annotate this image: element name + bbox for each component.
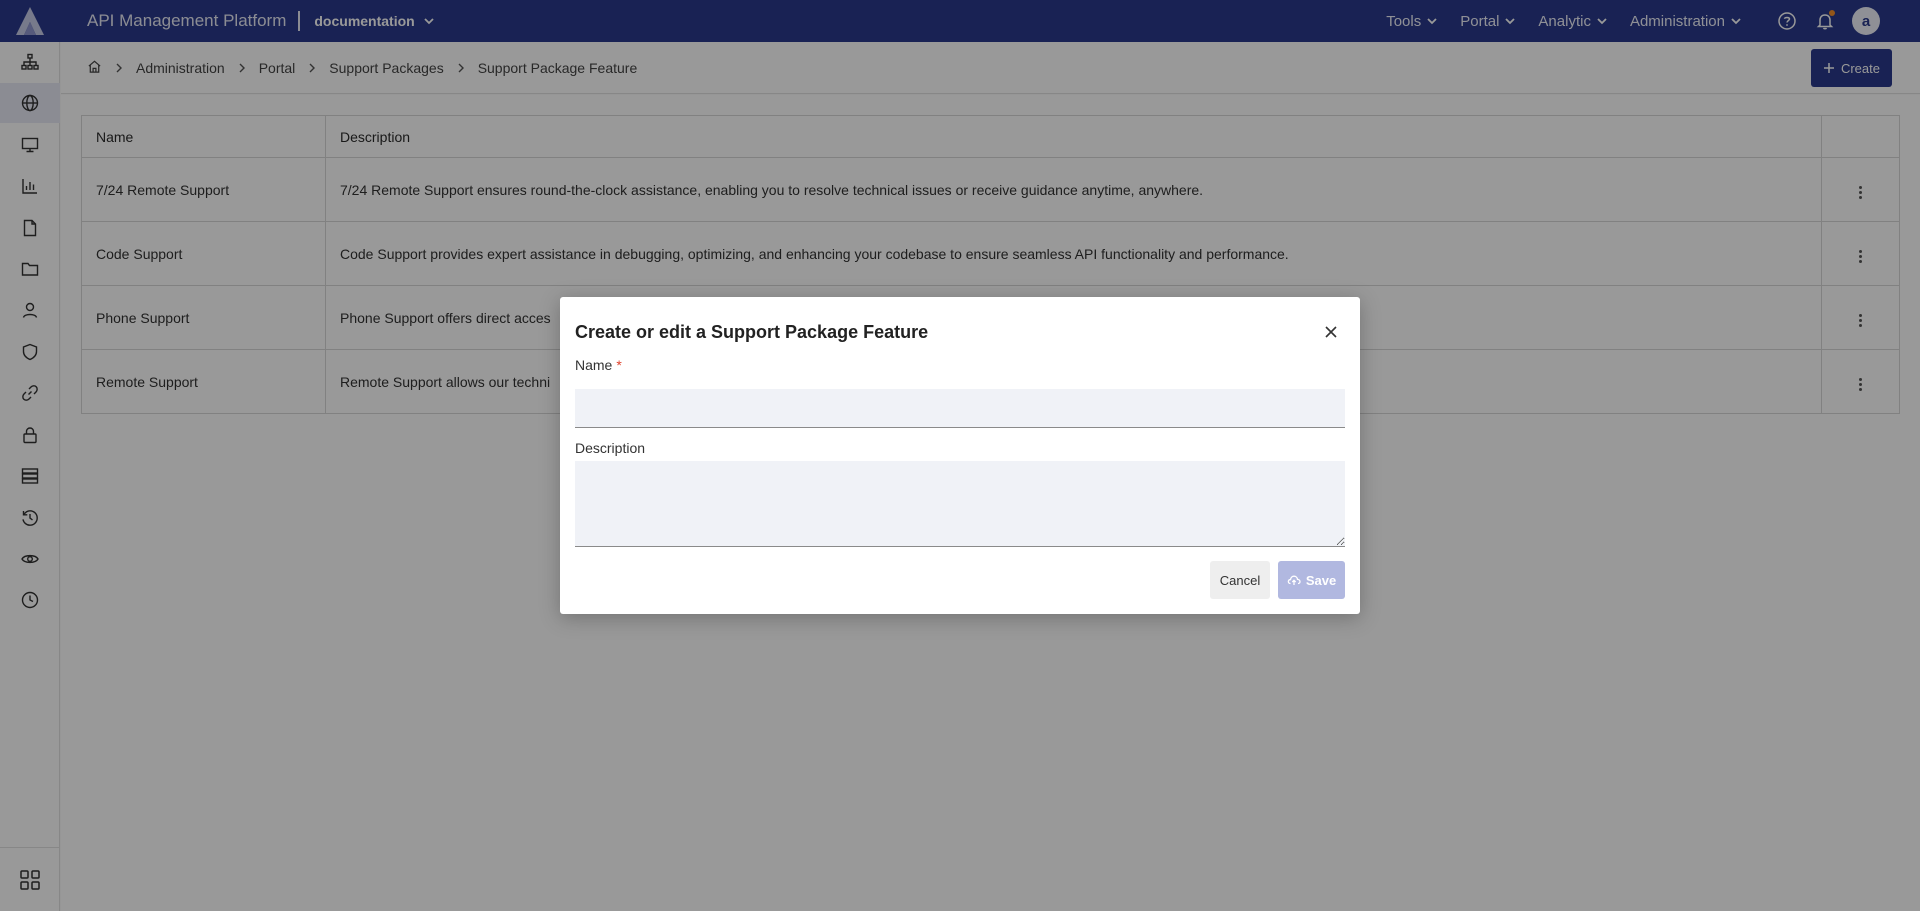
save-button-label: Save xyxy=(1305,572,1337,588)
description-field-label: Description xyxy=(575,440,646,456)
cloud-upload-icon xyxy=(1287,575,1301,585)
close-button[interactable] xyxy=(1322,323,1340,341)
name-input[interactable] xyxy=(575,389,1345,428)
cancel-button[interactable]: Cancel xyxy=(1210,561,1270,599)
description-textarea[interactable] xyxy=(575,461,1345,547)
support-feature-dialog: Create or edit a Support Package Feature… xyxy=(560,297,1360,614)
name-field-label: Name * xyxy=(575,357,622,373)
close-icon xyxy=(1325,326,1337,338)
name-label-text: Name xyxy=(575,357,613,373)
required-marker: * xyxy=(616,357,622,373)
save-button[interactable]: Save xyxy=(1278,561,1345,599)
dialog-title: Create or edit a Support Package Feature xyxy=(575,322,929,342)
